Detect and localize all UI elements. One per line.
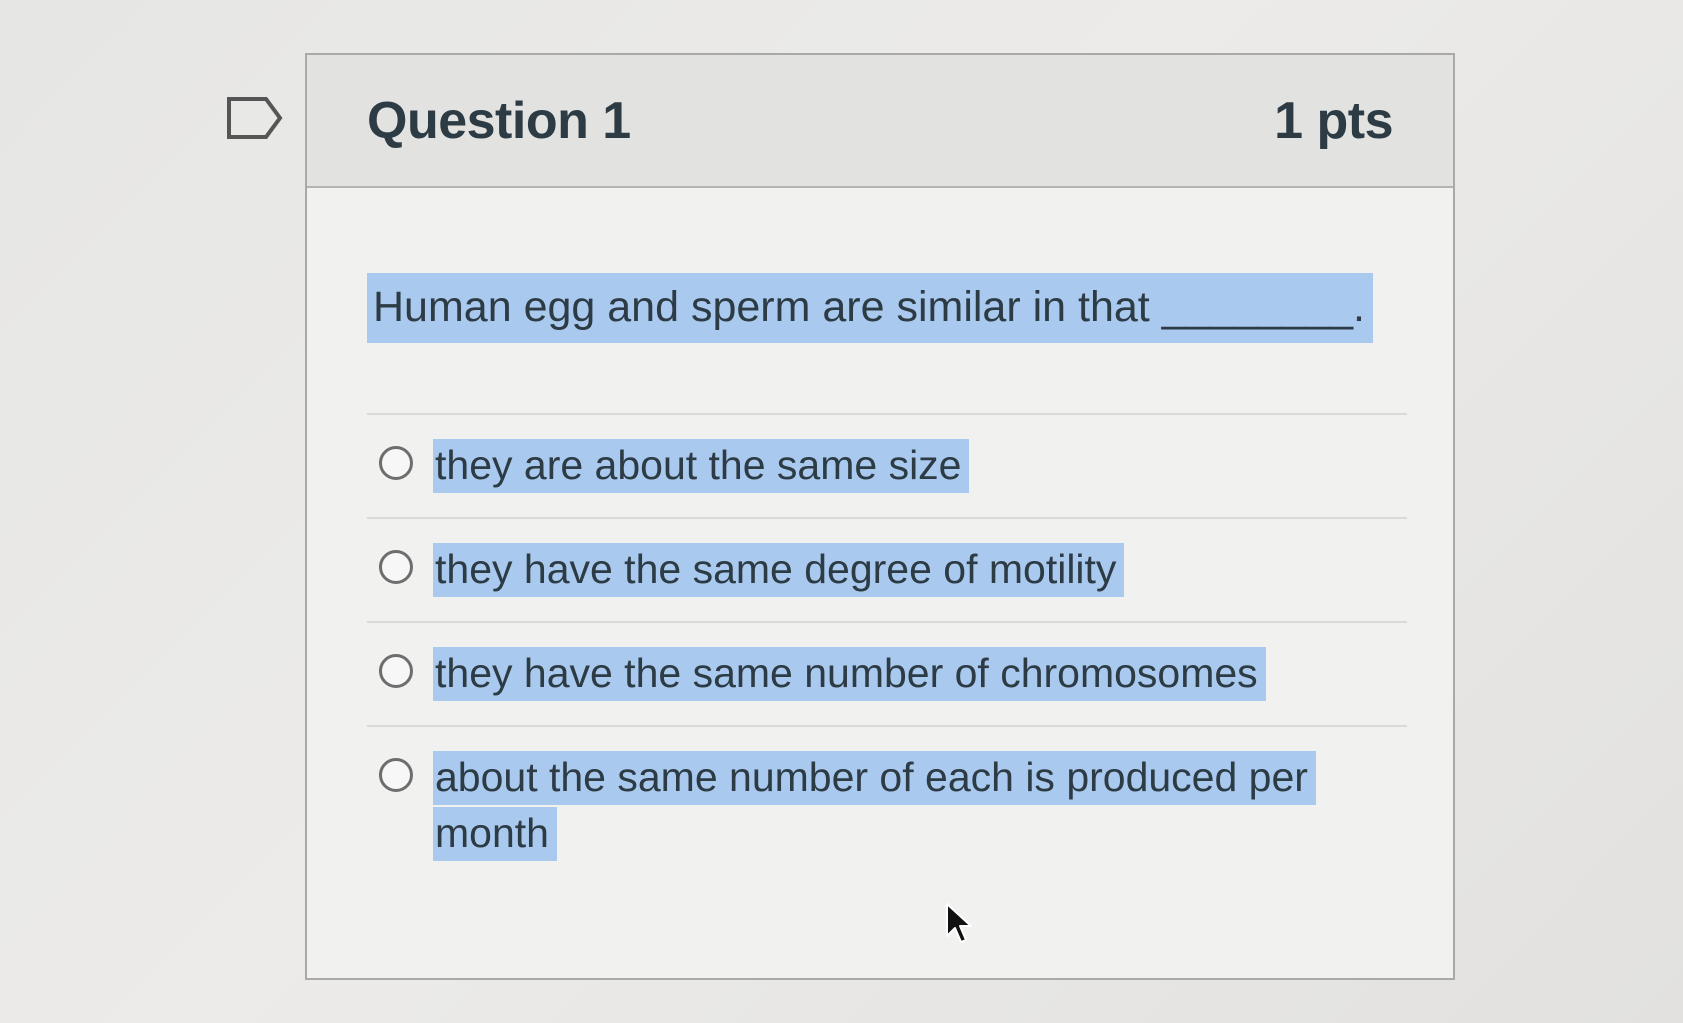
answer-label[interactable]: about the same number of each is produce… [433,749,1316,861]
answer-label[interactable]: they have the same number of chromosomes [433,645,1266,701]
answer-option[interactable]: they are about the same size [367,415,1407,519]
radio-button[interactable] [379,758,413,792]
mouse-pointer-icon [945,902,975,946]
radio-button[interactable] [379,550,413,584]
question-header: Question 1 1 pts [307,55,1453,188]
question-card: Question 1 1 pts Human egg and sperm are… [305,53,1455,980]
question-points: 1 pts [1274,91,1393,150]
answer-option[interactable]: about the same number of each is produce… [367,727,1407,885]
flag-question-icon[interactable] [226,96,284,140]
radio-button[interactable] [379,654,413,688]
question-title: Question 1 [367,91,631,150]
answer-label[interactable]: they have the same degree of motility [433,541,1125,597]
question-text: Human egg and sperm are similar in that … [367,273,1373,343]
question-body: Human egg and sperm are similar in that … [307,188,1453,885]
answer-option[interactable]: they have the same degree of motility [367,519,1407,623]
answer-label[interactable]: they are about the same size [433,437,970,493]
radio-button[interactable] [379,446,413,480]
answer-list: they are about the same size they have t… [367,413,1407,885]
answer-option[interactable]: they have the same number of chromosomes [367,623,1407,727]
